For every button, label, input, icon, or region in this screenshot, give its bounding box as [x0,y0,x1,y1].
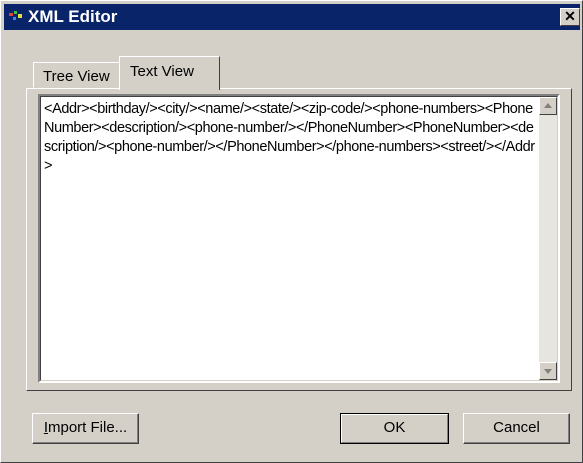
vertical-scrollbar[interactable] [539,97,557,380]
ok-button[interactable]: OK [340,413,449,444]
xml-text-area[interactable]: <Addr><birthday/><city/><name/><state/><… [38,94,560,383]
scroll-down-button[interactable] [539,362,557,380]
tab-tree-view[interactable]: Tree View [33,62,120,88]
tab-text-view[interactable]: Text View [119,56,220,90]
close-icon: ✕ [564,8,576,24]
cancel-button[interactable]: Cancel [463,413,570,444]
scroll-up-arrow-icon [544,103,552,108]
xml-editor-dialog: XML Editor ✕ Tree View Text View <Addr><… [0,0,583,463]
xml-app-icon [9,11,22,20]
window-title: XML Editor [28,7,118,26]
scroll-up-button[interactable] [539,97,557,115]
scroll-down-arrow-icon [544,369,552,374]
xml-content[interactable]: <Addr><birthday/><city/><name/><state/><… [44,100,536,176]
close-button[interactable]: ✕ [560,8,580,26]
title-bar: XML Editor ✕ [4,4,580,30]
import-file-button[interactable]: Import File... [32,413,139,444]
